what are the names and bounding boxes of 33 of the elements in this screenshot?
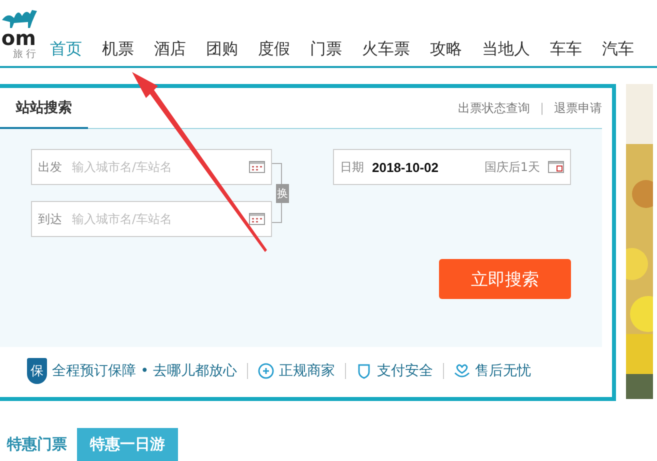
nav-link[interactable]: 当地人 bbox=[482, 39, 530, 60]
station-field[interactable]: 出发 输入城市名/车站名 bbox=[31, 149, 272, 185]
nav-link[interactable]: 首页 bbox=[50, 39, 82, 60]
nav-link[interactable]: 酒店 bbox=[154, 39, 186, 60]
nav-link[interactable]: 车车 bbox=[550, 39, 582, 60]
guarantee-text: 全程预订保障 • 去哪儿都放心 bbox=[52, 362, 238, 380]
badge-icon bbox=[258, 363, 274, 379]
guarantee-text: 售后无忧 bbox=[475, 362, 532, 380]
date-field[interactable]: 日期 2018-10-02 国庆后1天 bbox=[333, 149, 571, 185]
guarantee-text: 支付安全 bbox=[377, 362, 434, 380]
guarantee-text: 正规商家 bbox=[279, 362, 336, 380]
logo-text: om bbox=[1, 28, 36, 48]
nav-link[interactable]: 团购 bbox=[206, 39, 238, 60]
station-field[interactable]: 到达 输入城市名/车站名 bbox=[31, 201, 272, 237]
heart-hand-icon bbox=[454, 363, 470, 379]
link[interactable]: 出票状态查询 bbox=[458, 100, 530, 116]
calendar-icon[interactable] bbox=[249, 161, 265, 173]
shield-icon bbox=[356, 363, 372, 379]
offer-tab[interactable]: 特惠门票 bbox=[5, 428, 69, 461]
nav-link[interactable]: 汽车 bbox=[602, 39, 634, 60]
link-divider: | bbox=[540, 101, 544, 115]
calendar-icon[interactable] bbox=[249, 213, 265, 225]
logo-subtitle: 旅 行 bbox=[12, 48, 36, 62]
calendar-icon[interactable] bbox=[548, 161, 564, 173]
nav-link[interactable]: 度假 bbox=[258, 39, 290, 60]
city-input[interactable]: 输入城市名/车站名 bbox=[70, 211, 241, 227]
nav-link[interactable]: 火车票 bbox=[362, 39, 410, 60]
city-input[interactable]: 输入城市名/车站名 bbox=[70, 159, 241, 175]
nav-link[interactable]: 攻略 bbox=[430, 39, 462, 60]
link[interactable]: 退票申请 bbox=[554, 100, 602, 116]
shield-badge: 保 bbox=[27, 358, 47, 384]
nav-link[interactable]: 机票 bbox=[102, 39, 134, 60]
nav-link[interactable]: 门票 bbox=[310, 39, 342, 60]
